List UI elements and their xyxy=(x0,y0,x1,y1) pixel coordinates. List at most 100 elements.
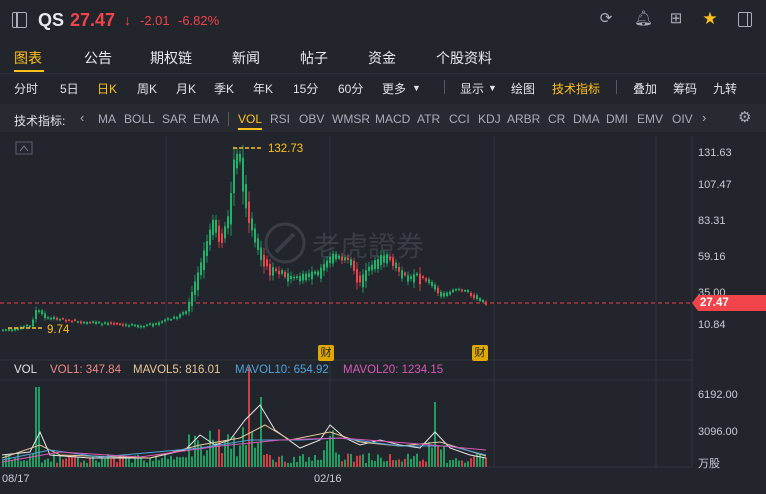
period-quarterly[interactable]: 季K xyxy=(214,80,234,97)
candle-body xyxy=(155,323,157,325)
indicator-ma[interactable]: MA xyxy=(98,112,116,126)
period-more[interactable]: 更多 xyxy=(382,80,406,97)
earnings-marker[interactable]: 财 xyxy=(472,345,488,361)
period-daily[interactable]: 日K xyxy=(97,80,117,97)
volume-bar xyxy=(65,458,67,467)
refresh-icon[interactable]: ⟳ xyxy=(598,11,614,27)
tab-chart[interactable]: 图表 xyxy=(14,48,42,68)
candle-body xyxy=(320,267,322,279)
down-arrow-icon: ↓ xyxy=(124,12,131,28)
volume-bar xyxy=(308,457,310,467)
period-60min[interactable]: 60分 xyxy=(338,80,363,97)
chips-tool[interactable]: 筹码 xyxy=(673,80,697,97)
indicator-emv[interactable]: EMV xyxy=(637,112,663,126)
current-price-tag-label: 27.47 xyxy=(700,297,729,309)
period-weekly[interactable]: 周K xyxy=(137,80,157,97)
volume-bar xyxy=(392,460,394,467)
candle-body xyxy=(473,294,475,299)
candle-body xyxy=(116,322,118,325)
volume-bar xyxy=(470,458,472,467)
period-yearly[interactable]: 年K xyxy=(253,80,273,97)
indicator-boll[interactable]: BOLL xyxy=(124,112,155,126)
tab-company-profile[interactable]: 个股资料 xyxy=(436,48,492,68)
technical-indicators-tool[interactable]: 技术指标 xyxy=(552,80,600,97)
indicator-cci[interactable]: CCI xyxy=(449,112,470,126)
indicator-arbr[interactable]: ARBR xyxy=(507,112,540,126)
volume-bar xyxy=(338,454,340,467)
draw-tool[interactable]: 绘图 xyxy=(511,80,535,97)
back-icon[interactable] xyxy=(12,12,27,28)
tab-news[interactable]: 新闻 xyxy=(232,48,260,68)
volume-bar xyxy=(161,458,163,467)
tab-options-chain[interactable]: 期权链 xyxy=(150,48,192,68)
period-5day[interactable]: 5日 xyxy=(60,80,79,97)
candle-body xyxy=(74,319,76,321)
volume-bar xyxy=(203,455,205,467)
volume-bar xyxy=(350,453,352,467)
volume-bar xyxy=(179,457,181,467)
volume-bar xyxy=(182,456,184,467)
chevron-right-icon[interactable]: › xyxy=(702,110,706,125)
candle-body xyxy=(59,319,61,321)
gear-icon[interactable]: ⚙ xyxy=(738,108,751,126)
bell-icon[interactable]: 🔔︎ xyxy=(634,11,653,27)
chevron-left-icon[interactable]: ‹ xyxy=(80,110,84,125)
indicator-wmsr[interactable]: WMSR xyxy=(332,112,370,126)
star-icon[interactable]: ★ xyxy=(702,10,718,27)
volume-bar xyxy=(11,460,13,467)
indicator-kdj[interactable]: KDJ xyxy=(478,112,501,126)
candle-body xyxy=(44,313,46,319)
tab-posts[interactable]: 帖子 xyxy=(300,48,328,68)
candle-body xyxy=(89,321,91,324)
indicator-obv[interactable]: OBV xyxy=(299,112,324,126)
price-chart[interactable]: 老虎證券 132.73 9.74 xyxy=(0,132,766,494)
indicator-vol[interactable]: VOL xyxy=(238,112,262,126)
tab-announcements[interactable]: 公告 xyxy=(84,48,112,68)
candle-body xyxy=(359,275,361,283)
volume-bar xyxy=(242,427,244,467)
candle-body xyxy=(206,241,208,256)
indicator-ema[interactable]: EMA xyxy=(193,112,219,126)
candle-body xyxy=(407,275,409,282)
indicator-atr[interactable]: ATR xyxy=(417,112,440,126)
indicator-macd[interactable]: MACD xyxy=(375,112,410,126)
candle-body xyxy=(275,268,277,271)
volume-bar xyxy=(266,453,268,467)
indicator-dma[interactable]: DMA xyxy=(573,112,600,126)
candle-body xyxy=(224,226,226,239)
sidebar-icon[interactable] xyxy=(738,12,752,27)
candle-body xyxy=(146,324,148,327)
candle-body xyxy=(347,257,349,260)
earnings-marker[interactable]: 财 xyxy=(318,345,334,361)
volume-bar xyxy=(131,462,133,467)
candle-body xyxy=(419,273,421,285)
candle-body xyxy=(122,324,124,326)
period-15min[interactable]: 15分 xyxy=(293,80,318,97)
volume-bar xyxy=(206,450,208,467)
chevron-down-icon[interactable]: ▼ xyxy=(412,83,421,93)
candle-body xyxy=(314,271,316,274)
price-change: -2.01 xyxy=(140,13,170,28)
candle-body xyxy=(233,159,235,193)
indicator-cr[interactable]: CR xyxy=(548,112,565,126)
chevron-down-icon[interactable]: ▼ xyxy=(488,83,497,93)
grid-icon[interactable]: ⊞ xyxy=(668,11,684,27)
indicator-sar[interactable]: SAR xyxy=(162,112,187,126)
display-menu[interactable]: 显示 xyxy=(460,80,484,97)
period-monthly[interactable]: 月K xyxy=(176,80,196,97)
period-intraday[interactable]: 分时 xyxy=(14,80,38,97)
collapse-button[interactable] xyxy=(15,141,33,155)
indicator-dmi[interactable]: DMI xyxy=(606,112,628,126)
indicator-oiv[interactable]: OIV xyxy=(672,112,693,126)
volume-bar xyxy=(92,455,94,467)
nine-turn-tool[interactable]: 九转 xyxy=(713,80,737,97)
overlay-tool[interactable]: 叠加 xyxy=(633,80,657,97)
candle-body xyxy=(329,256,331,264)
volume-bar xyxy=(479,454,481,467)
indicator-rsi[interactable]: RSI xyxy=(270,112,290,126)
grid xyxy=(0,136,693,468)
volume-bar xyxy=(401,461,403,467)
tab-capital[interactable]: 资金 xyxy=(368,48,396,68)
volume-bar xyxy=(302,454,304,467)
candle-body xyxy=(101,323,103,326)
